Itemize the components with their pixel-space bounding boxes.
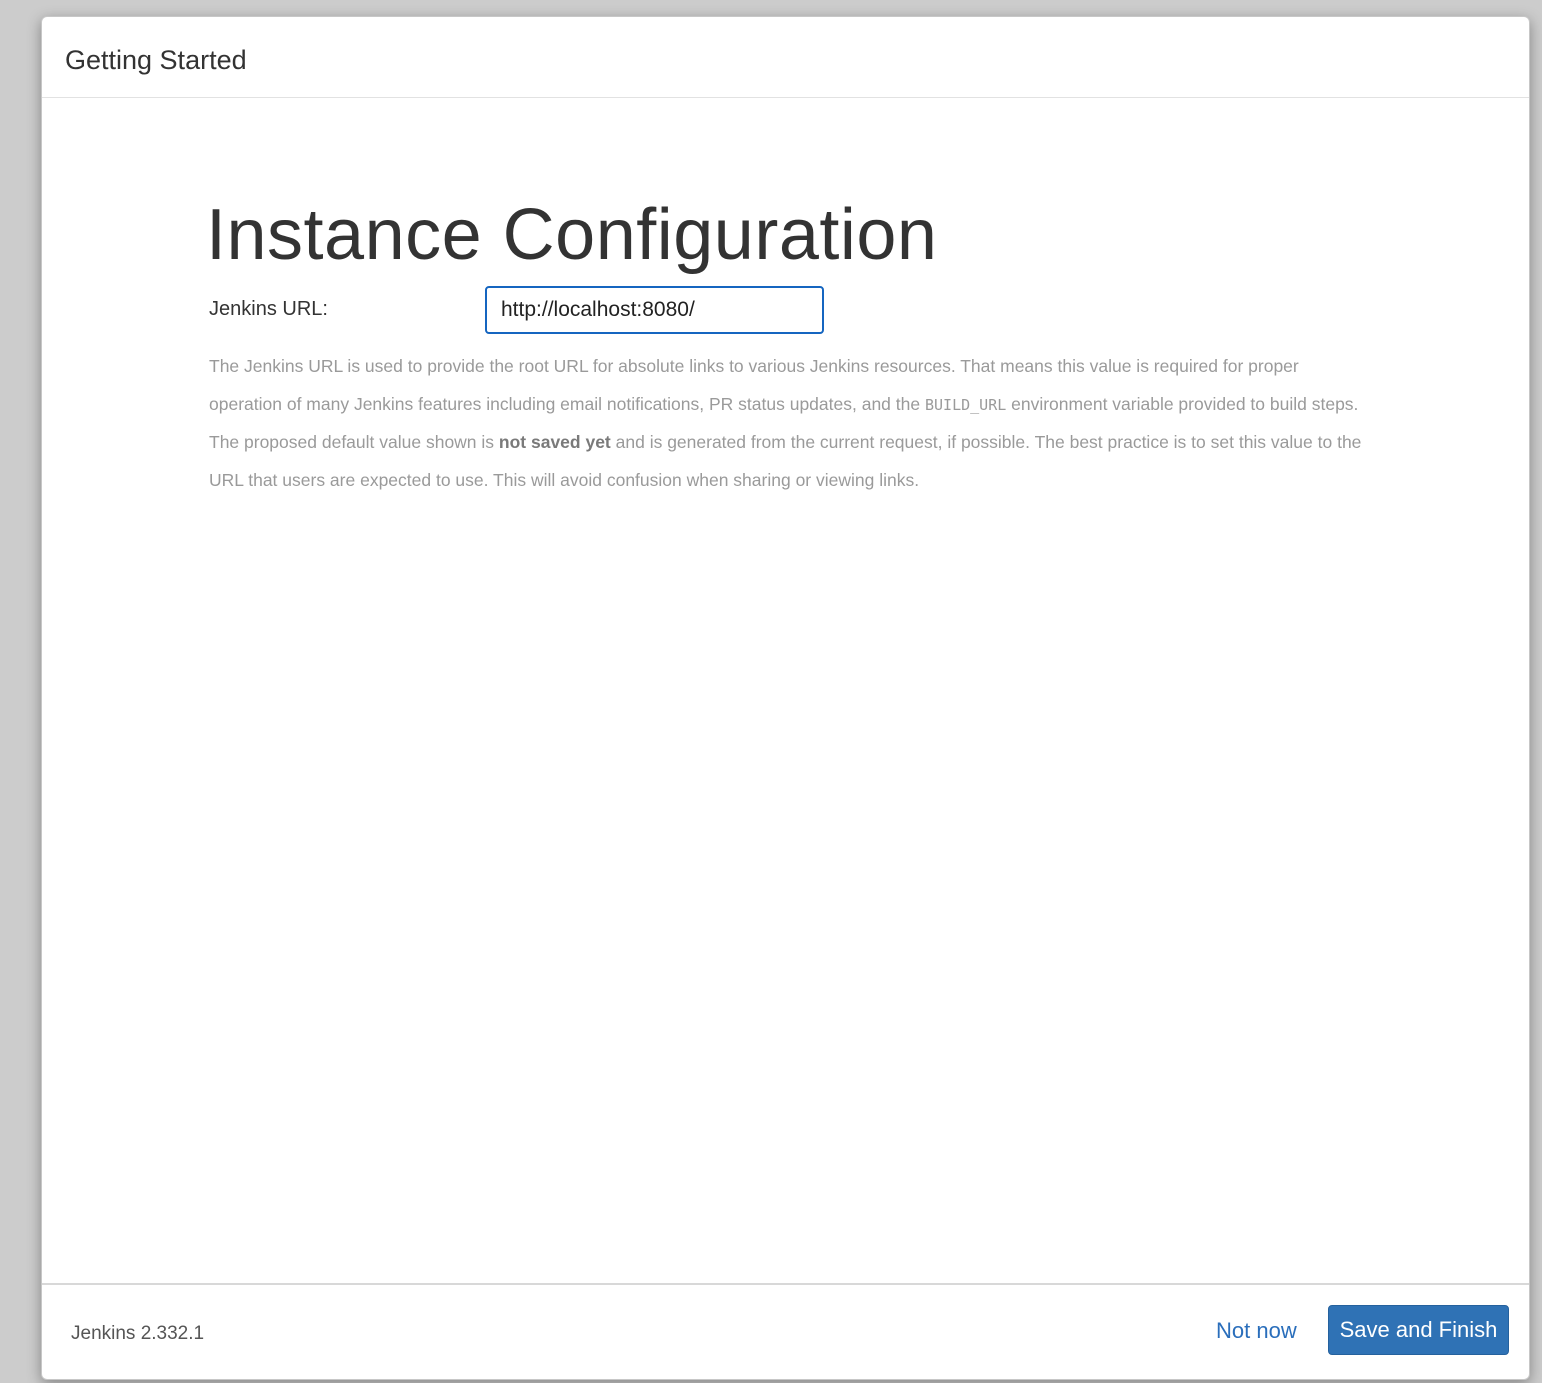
help-text: The Jenkins URL is used to provide the r…: [209, 348, 1369, 499]
dialog-header: Getting Started: [42, 17, 1529, 98]
save-and-finish-button[interactable]: Save and Finish: [1328, 1305, 1509, 1355]
help-text-part: The proposed default value shown is: [209, 432, 499, 452]
help-paragraph-default-value: The proposed default value shown is not …: [209, 424, 1369, 499]
dialog-title: Getting Started: [65, 45, 247, 75]
not-now-link[interactable]: Not now: [1216, 1318, 1297, 1344]
jenkins-url-input[interactable]: [485, 286, 824, 334]
page-title: Instance Configuration: [206, 195, 938, 275]
help-text-part: environment variable provided to build s…: [1006, 393, 1359, 414]
version-label: Jenkins 2.332.1: [71, 1323, 205, 1344]
setup-dialog: Getting Started Instance Configuration J…: [41, 16, 1530, 1380]
jenkins-url-label: Jenkins URL:: [209, 298, 328, 320]
help-paragraph-url-usage: The Jenkins URL is used to provide the r…: [209, 348, 1369, 424]
not-saved-emphasis: not saved yet: [498, 432, 611, 452]
build-url-code: BUILD_URL: [924, 395, 1007, 414]
dialog-footer: Jenkins 2.332.1 Not now Save and Finish: [42, 1283, 1529, 1379]
